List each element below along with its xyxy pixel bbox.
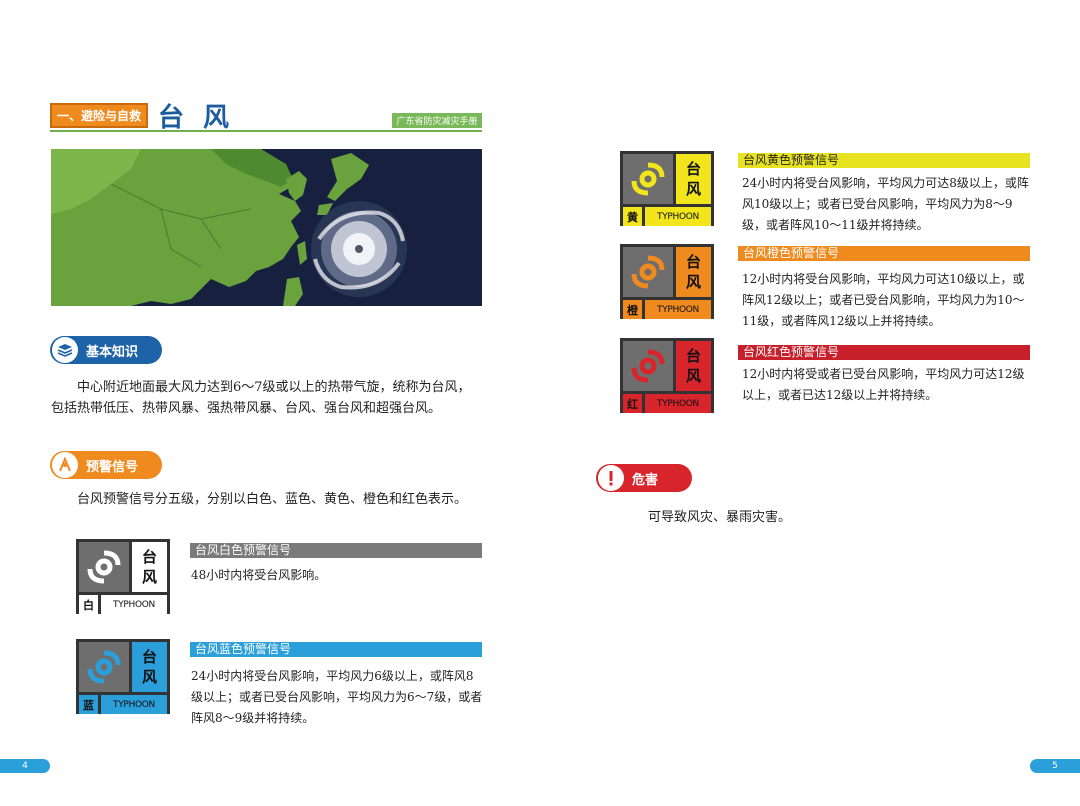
signal-char-1: 台 (685, 253, 701, 271)
hazard-text: 可导致风灾、暴雨灾害。 (648, 510, 792, 525)
page-number-right: 5 (1030, 759, 1080, 773)
typhoon-swirl-icon (623, 341, 673, 391)
basic-knowledge-label: 基本知识 (86, 344, 139, 360)
signal-color-char: 红 (623, 394, 642, 413)
hazard-badge: 危害 (596, 464, 692, 492)
white-signal-icon: 台风 白 TYPHOON (76, 539, 170, 614)
typhoon-swirl-icon (79, 542, 129, 592)
signal-char-1: 台 (685, 160, 701, 178)
signal-char-2: 风 (685, 273, 701, 291)
white-signal-title: 台风白色预警信号 (190, 543, 482, 558)
orange-signal-title: 台风橙色预警信号 (738, 246, 1030, 261)
page-title: 台 风 (158, 103, 235, 133)
typhoon-swirl-icon (623, 247, 673, 297)
warning-signal-text: 台风预警信号分五级，分别以白色、蓝色、黄色、橙色和红色表示。 (77, 492, 468, 507)
yellow-signal-icon: 台风 黄 TYPHOON (620, 151, 714, 226)
hazard-label: 危害 (632, 472, 659, 488)
chapter-tag: 一、避险与自救 (50, 103, 148, 128)
warning-signal-badge: 预警信号 (50, 451, 162, 479)
blue-signal-text: 24小时内将受台风影响，平均风力6级以上，或阵风8级以上；或者已受台风影响，平均… (191, 669, 483, 725)
signal-char-2: 风 (685, 367, 701, 385)
red-signal-text: 12小时内将受或者已受台风影响，平均风力可达12级以上，或者已达12级以上并将持… (742, 367, 1025, 402)
signal-char-1: 台 (141, 648, 157, 666)
basic-knowledge-badge: 基本知识 (50, 336, 162, 364)
exclamation-icon (598, 465, 624, 491)
basic-knowledge-text: 中心附近地面最大风力达到6～7级或以上的热带气旋，统称为台风，包括热带低压、热带… (51, 380, 471, 416)
typhoon-satellite-map (51, 149, 482, 306)
signal-char-1: 台 (141, 548, 157, 566)
page-number-left: 4 (0, 759, 50, 773)
signal-eng-label: TYPHOON (645, 394, 711, 413)
signal-eng-label: TYPHOON (101, 595, 167, 614)
handbook-label: 广东省防灾减灾手册 (392, 113, 482, 128)
white-signal-text: 48小时内将受台风影响。 (191, 568, 327, 582)
header-divider (50, 130, 482, 132)
signal-char-2: 风 (141, 668, 157, 686)
warning-signal-label: 预警信号 (86, 459, 139, 475)
signal-eng-label: TYPHOON (645, 300, 711, 319)
blue-signal-icon: 台风 蓝 TYPHOON (76, 639, 170, 714)
signal-color-char: 蓝 (79, 695, 98, 714)
yellow-signal-text: 24小时内将受台风影响，平均风力可达8级以上，或阵风10级以上；或者已受台风影响… (742, 176, 1029, 232)
signal-color-char: 黄 (623, 207, 642, 226)
yellow-signal-title: 台风黄色预警信号 (738, 153, 1030, 168)
typhoon-swirl-icon (623, 154, 673, 204)
signal-char-2: 风 (685, 180, 701, 198)
blue-signal-title: 台风蓝色预警信号 (190, 642, 482, 657)
signal-char-2: 风 (141, 568, 157, 586)
signal-char-1: 台 (685, 347, 701, 365)
signal-color-char: 白 (79, 595, 98, 614)
signal-eng-label: TYPHOON (101, 695, 167, 714)
red-signal-icon: 台风 红 TYPHOON (620, 338, 714, 413)
orange-signal-icon: 台风 橙 TYPHOON (620, 244, 714, 319)
signal-color-char: 橙 (623, 300, 642, 319)
signal-eng-label: TYPHOON (645, 207, 711, 226)
signal-icon (52, 452, 78, 478)
book-icon (52, 337, 78, 363)
orange-signal-text: 12小时内将受台风影响，平均风力可达10级以上，或阵风12级以上；或者已受台风影… (742, 272, 1025, 328)
typhoon-swirl-icon (79, 642, 129, 692)
red-signal-title: 台风红色预警信号 (738, 345, 1030, 360)
